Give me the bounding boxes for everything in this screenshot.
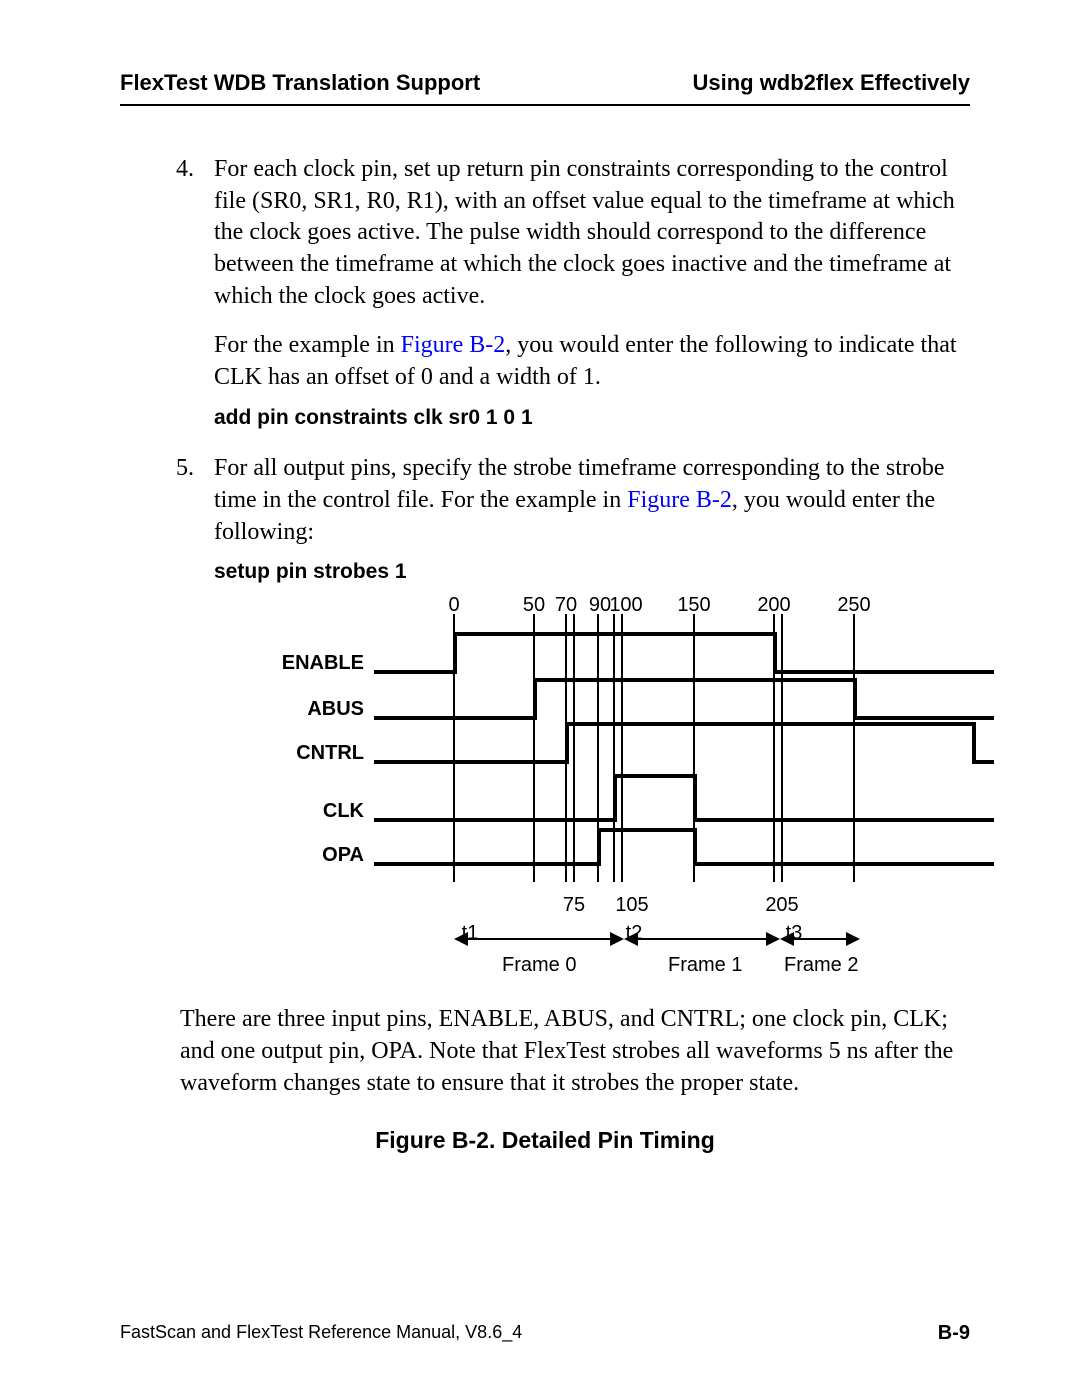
header-left: FlexTest WDB Translation Support	[120, 70, 480, 96]
body: 4. For each clock pin, set up return pin…	[120, 154, 970, 1156]
timing-diagram: 0 50 70 90 100 150 200 250	[274, 592, 1004, 982]
after-figure-paragraph: There are three input pins, ENABLE, ABUS…	[180, 1004, 970, 1099]
header-right: Using wdb2flex Effectively	[692, 70, 970, 96]
cmd-setup-pin-strobes: setup pin strobes 1	[214, 558, 970, 586]
list-number: 4.	[176, 154, 194, 186]
footer-left: FastScan and FlexTest Reference Manual, …	[120, 1322, 522, 1345]
label-frame2: Frame 2	[784, 952, 858, 978]
item4-para1: For each clock pin, set up return pin co…	[214, 156, 955, 309]
list-item-4: 4. For each clock pin, set up return pin…	[120, 154, 970, 431]
signal-enable: ENABLE	[274, 650, 364, 676]
signal-cntrl: CNTRL	[274, 740, 364, 766]
list-item-5: 5. For all output pins, specify the stro…	[120, 453, 970, 982]
tick-105: 105	[615, 892, 648, 918]
figure-b2-link[interactable]: Figure B-2	[627, 487, 732, 513]
page-number: B-9	[938, 1322, 970, 1345]
list-number: 5.	[176, 453, 194, 485]
label-frame1: Frame 1	[668, 952, 742, 978]
label-frame0: Frame 0	[502, 952, 576, 978]
page-footer: FastScan and FlexTest Reference Manual, …	[120, 1322, 970, 1345]
tick-75: 75	[563, 892, 585, 918]
cmd-add-pin-constraints: add pin constraints clk sr0 1 0 1	[214, 404, 970, 432]
page-header: FlexTest WDB Translation Support Using w…	[120, 70, 970, 106]
item4-para2a: For the example in	[214, 332, 401, 358]
figure-caption: Figure B-2. Detailed Pin Timing	[120, 1125, 970, 1155]
signal-clk: CLK	[274, 798, 364, 824]
tick-205: 205	[765, 892, 798, 918]
figure-b2-link[interactable]: Figure B-2	[401, 332, 506, 358]
signal-opa: OPA	[274, 842, 364, 868]
signal-abus: ABUS	[274, 696, 364, 722]
tick-90: 90	[589, 592, 611, 618]
